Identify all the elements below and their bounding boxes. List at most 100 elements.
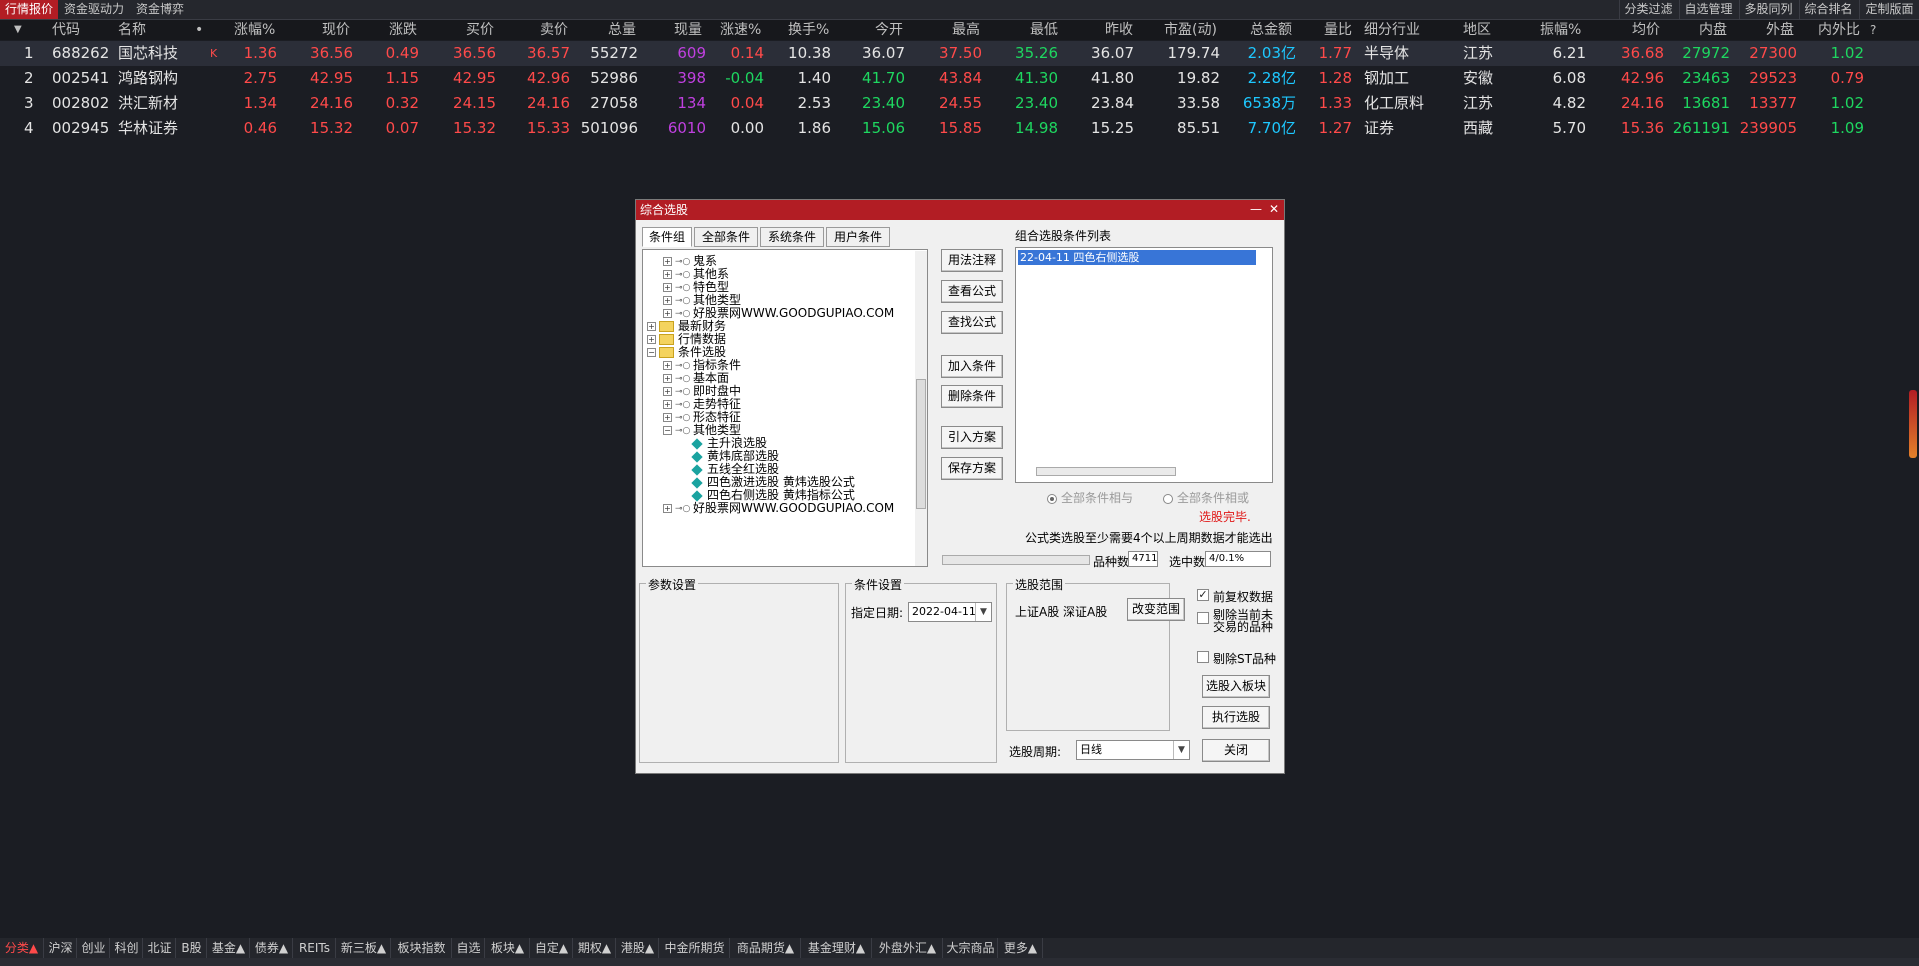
checkbox-exclude-st[interactable] (1197, 651, 1209, 663)
tab-quotes[interactable]: 行情报价 (0, 0, 58, 19)
usage-notes-button[interactable]: 用法注释 (941, 249, 1003, 272)
bottom-tab[interactable]: 板块指数 (392, 938, 452, 958)
bottom-tab[interactable]: 自选 (453, 938, 485, 958)
col-price[interactable]: 现价 (322, 20, 350, 40)
col-chg-pct[interactable]: 涨幅% (234, 20, 275, 40)
bottom-tab[interactable]: 新三板▲ (337, 938, 391, 958)
bottom-tab[interactable]: 沪深 (45, 938, 77, 958)
condition-list-label: 组合选股条件列表 (1015, 229, 1112, 243)
list-item[interactable]: 22-04-11 四色右侧选股 (1018, 250, 1256, 265)
bottom-tab[interactable]: 大宗商品 (944, 938, 998, 958)
tab-category-filter[interactable]: 分类过滤 (1619, 0, 1677, 19)
date-picker[interactable]: 2022-04-11 ▼ (908, 602, 992, 622)
change-range-button[interactable]: 改变范围 (1127, 598, 1185, 621)
cell-outer: 13377 (1749, 94, 1797, 112)
col-pe[interactable]: 市盈(动) (1164, 20, 1217, 40)
tab-ranking[interactable]: 综合排名 (1799, 0, 1857, 19)
bottom-tab[interactable]: 债券▲ (251, 938, 293, 958)
tab-fund-game[interactable]: 资金博弈 (130, 0, 190, 19)
bottom-tab[interactable]: 外盘外汇▲ (873, 938, 943, 958)
col-low[interactable]: 最低 (1030, 20, 1058, 40)
bottom-tab[interactable]: 分类▲ (0, 938, 44, 958)
cell-bid: 36.56 (453, 44, 496, 62)
col-io-ratio[interactable]: 内外比 (1818, 20, 1860, 40)
bottom-tab[interactable]: 北证 (144, 938, 176, 958)
bottom-tab[interactable]: 自定▲ (531, 938, 573, 958)
delete-condition-button[interactable]: 删除条件 (941, 385, 1003, 408)
checkbox-exclude-untraded[interactable] (1197, 612, 1209, 624)
radio-or-icon[interactable] (1163, 493, 1173, 504)
bottom-tab[interactable]: 创业 (78, 938, 110, 958)
tab-fund-driver[interactable]: 资金驱动力 (60, 0, 128, 19)
cell-chg-pct: 2.75 (243, 69, 277, 87)
exclude-st-label: 剔除ST品种 (1213, 652, 1276, 666)
col-speed[interactable]: 涨速% (720, 20, 761, 40)
col-ask[interactable]: 卖价 (540, 20, 568, 40)
col-avg[interactable]: 均价 (1632, 20, 1660, 40)
col-name[interactable]: 名称 (118, 20, 146, 40)
tab-watchlist-manage[interactable]: 自选管理 (1679, 0, 1737, 19)
tab-multi-stock[interactable]: 多股同列 (1739, 0, 1797, 19)
col-cur-vol[interactable]: 现量 (674, 20, 702, 40)
side-scroll-indicator[interactable] (1909, 390, 1917, 458)
save-plan-button[interactable]: 保存方案 (941, 457, 1003, 480)
cell-io-ratio: 1.09 (1830, 119, 1864, 137)
period-select[interactable]: 日线 ▼ (1076, 740, 1190, 760)
table-row[interactable]: 1 688262 国芯科技 K 1.36 36.56 0.49 36.56 36.57 55272… (0, 41, 1919, 66)
radio-and[interactable]: 全部条件相与 (1047, 489, 1133, 506)
table-row[interactable]: 3 002802 洪汇新材 1.34 24.16 0.32 24.15 24.16 27058 1… (0, 91, 1919, 116)
find-formula-button[interactable]: 查找公式 (941, 311, 1003, 334)
sort-arrow-icon[interactable]: ▼ (14, 20, 22, 40)
bottom-tab[interactable]: 科创 (111, 938, 143, 958)
col-outer[interactable]: 外盘 (1766, 20, 1794, 40)
col-code[interactable]: 代码 (52, 20, 80, 40)
col-turnover[interactable]: 换手% (788, 20, 829, 40)
bottom-tab[interactable]: 更多▲ (999, 938, 1043, 958)
condition-list[interactable]: 22-04-11 四色右侧选股 (1015, 247, 1273, 483)
bottom-tab[interactable]: REITs (294, 938, 336, 958)
radio-and-icon[interactable] (1047, 493, 1057, 504)
cell-outer: 27300 (1749, 44, 1797, 62)
col-amount[interactable]: 总金额 (1250, 20, 1292, 40)
col-amplitude[interactable]: 振幅% (1540, 20, 1581, 40)
close-button[interactable]: 关闭 (1202, 739, 1270, 762)
list-h-scrollbar[interactable] (1036, 467, 1176, 476)
chevron-down-icon[interactable]: ▼ (1173, 741, 1189, 759)
bottom-tab[interactable]: 期权▲ (574, 938, 616, 958)
import-plan-button[interactable]: 引入方案 (941, 426, 1003, 449)
col-bid[interactable]: 买价 (466, 20, 494, 40)
cell-prev: 23.84 (1091, 94, 1134, 112)
add-condition-button[interactable]: 加入条件 (941, 355, 1003, 378)
col-help[interactable]: ? (1870, 20, 1876, 40)
to-block-button[interactable]: 选股入板块 (1202, 675, 1270, 698)
cell-inner: 23463 (1682, 69, 1730, 87)
execute-button[interactable]: 执行选股 (1202, 706, 1270, 729)
chevron-down-icon[interactable]: ▼ (975, 603, 991, 621)
bottom-tab[interactable]: 基金理财▲ (802, 938, 872, 958)
table-row[interactable]: 2 002541 鸿路钢构 2.75 42.95 1.15 42.95 42.96 52986 3… (0, 66, 1919, 91)
bottom-tab[interactable]: 港股▲ (617, 938, 659, 958)
bottom-tab[interactable]: 中金所期货 (660, 938, 730, 958)
adjusted-label: 前复权数据 (1213, 590, 1274, 604)
col-region[interactable]: 地区 (1463, 20, 1491, 40)
col-prev[interactable]: 昨收 (1105, 20, 1133, 40)
cell-low: 14.98 (1015, 119, 1058, 137)
cell-prev: 36.07 (1091, 44, 1134, 62)
col-volume[interactable]: 总量 (608, 20, 636, 40)
col-vol-ratio[interactable]: 量比 (1324, 20, 1352, 40)
bottom-tab[interactable]: 商品期货▲ (731, 938, 801, 958)
tab-custom-layout[interactable]: 定制版面 (1859, 0, 1919, 19)
bottom-tab[interactable]: B股 (177, 938, 207, 958)
radio-or[interactable]: 全部条件相或 (1163, 489, 1249, 506)
col-industry[interactable]: 细分行业 (1364, 20, 1420, 40)
view-formula-button[interactable]: 查看公式 (941, 280, 1003, 303)
bottom-tab[interactable]: 基金▲ (208, 938, 250, 958)
col-inner[interactable]: 内盘 (1699, 20, 1727, 40)
table-row[interactable]: 4 002945 华林证券 0.46 15.32 0.07 15.32 15.33 501096… (0, 116, 1919, 141)
checkbox-adjusted[interactable]: ✓ (1197, 589, 1209, 601)
col-flag[interactable]: • (195, 20, 203, 40)
bottom-tab[interactable]: 板块▲ (486, 938, 530, 958)
col-open[interactable]: 今开 (875, 20, 903, 40)
col-chg[interactable]: 涨跌 (389, 20, 417, 40)
col-high[interactable]: 最高 (952, 20, 980, 40)
